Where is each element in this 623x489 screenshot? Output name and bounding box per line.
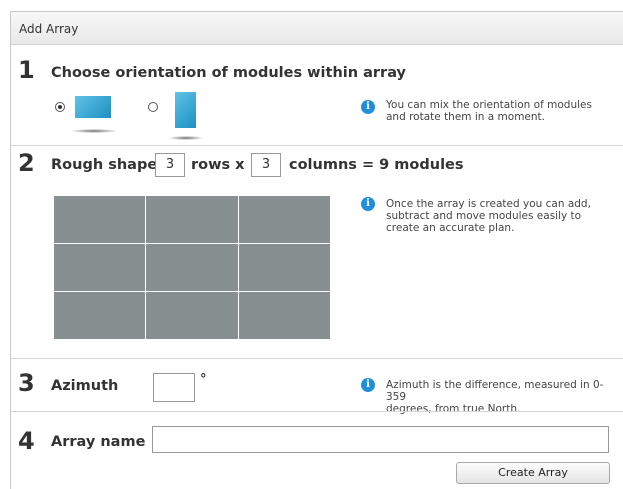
module-cell[interactable] (146, 196, 238, 243)
array-name-label: Array name (51, 434, 146, 450)
step-2-info: Once the array is created you can add, s… (386, 198, 591, 234)
orientation-landscape-radio[interactable] (55, 102, 65, 112)
divider (11, 145, 623, 146)
add-array-dialog: Add Array 1 Choose orientation of module… (10, 11, 623, 489)
columns-input[interactable]: 3 (251, 153, 281, 177)
step-1-number: 1 (18, 56, 35, 84)
rows-input[interactable]: 3 (155, 153, 185, 177)
step-2-number: 2 (18, 149, 35, 177)
step-3-number: 3 (18, 369, 35, 397)
portrait-shadow (169, 136, 203, 140)
module-cell[interactable] (54, 196, 146, 243)
landscape-shadow (71, 129, 117, 133)
module-cell[interactable] (146, 244, 238, 291)
array-name-input[interactable] (152, 426, 609, 453)
module-cell[interactable] (238, 196, 330, 243)
portrait-module-icon[interactable] (175, 92, 196, 128)
radio-selected-dot (58, 105, 62, 109)
columns-label: columns = 9 modules (289, 157, 464, 173)
array-shape-grid[interactable] (54, 196, 330, 339)
info-icon: i (361, 378, 375, 392)
step-1-title: Choose orientation of modules within arr… (51, 65, 407, 81)
orientation-portrait-radio[interactable] (148, 102, 158, 112)
module-cell[interactable] (54, 292, 146, 339)
divider (11, 358, 623, 359)
degree-symbol: ° (200, 372, 207, 387)
landscape-module-icon[interactable] (75, 96, 111, 118)
azimuth-input[interactable] (153, 373, 195, 402)
step-2-label: Rough shape (51, 157, 158, 173)
step-1-info: You can mix the orientation of modules a… (386, 99, 592, 123)
rows-label: rows x (191, 157, 245, 173)
divider (11, 411, 623, 412)
info-icon: i (361, 100, 375, 114)
info-icon: i (361, 197, 375, 211)
dialog-title: Add Array (11, 12, 623, 45)
module-cell[interactable] (146, 292, 238, 339)
module-cell[interactable] (238, 244, 330, 291)
module-cell[interactable] (238, 292, 330, 339)
azimuth-label: Azimuth (51, 378, 119, 394)
step-4-number: 4 (18, 427, 35, 455)
module-cell[interactable] (54, 244, 146, 291)
create-array-button[interactable]: Create Array (456, 462, 610, 484)
step-3-info: Azimuth is the difference, measured in 0… (386, 379, 604, 415)
